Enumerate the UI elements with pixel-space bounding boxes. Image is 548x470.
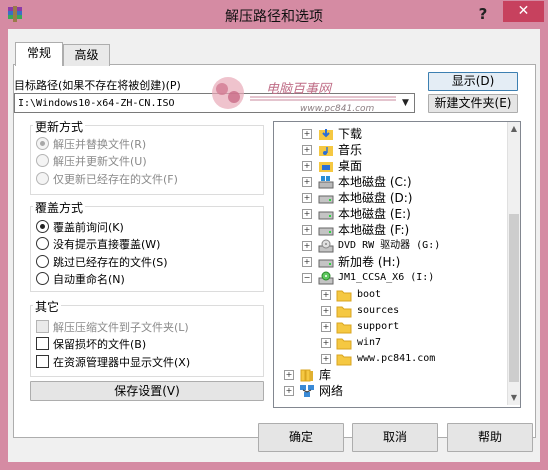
help-button[interactable]: ? bbox=[470, 3, 496, 25]
overwrite-rename-label: 自动重命名(N) bbox=[53, 273, 125, 286]
folder-icon bbox=[336, 306, 352, 318]
overwrite-mode-title: 覆盖方式 bbox=[33, 199, 86, 216]
tree-item-drive-i[interactable]: − JM1_CCSA_X6 (I:) bbox=[274, 270, 509, 286]
tree-item-libraries[interactable]: + 库 bbox=[274, 367, 509, 383]
expand-icon[interactable]: + bbox=[302, 209, 312, 219]
new-folder-button[interactable]: 新建文件夹(E) bbox=[428, 94, 518, 113]
expand-icon[interactable]: + bbox=[302, 161, 312, 171]
tree-item-music[interactable]: + 音乐 bbox=[274, 142, 509, 158]
tree-item-drive-g[interactable]: + DVD RW 驱动器 (G:) bbox=[274, 238, 509, 254]
tree-item-downloads[interactable]: + 下载 bbox=[274, 126, 509, 142]
music-folder-icon bbox=[319, 146, 333, 156]
extract-subfolder-checkbox[interactable] bbox=[36, 320, 49, 333]
dialog-window: 解压路径和选项 ? ✕ 常规 高级 目标路径(如果不存在将被创建)(P) ▼ 电… bbox=[0, 0, 548, 470]
folder-icon bbox=[336, 354, 352, 366]
expand-icon[interactable]: + bbox=[321, 290, 331, 300]
tab-general[interactable]: 常规 bbox=[15, 42, 63, 66]
desktop-folder-icon bbox=[319, 162, 333, 172]
tree-item-drive-f[interactable]: + 本地磁盘 (F:) bbox=[274, 222, 509, 238]
expand-icon[interactable]: + bbox=[302, 145, 312, 155]
update-existing-label: 仅更新已经存在的文件(F) bbox=[53, 173, 178, 186]
collapse-icon[interactable]: − bbox=[302, 273, 312, 283]
dvd-disc-icon bbox=[318, 271, 334, 285]
watermark-logo: 电脑百事网 www.pc841.com bbox=[212, 77, 396, 114]
ok-button[interactable]: 确定 bbox=[258, 423, 344, 452]
overwrite-rename-radio[interactable] bbox=[36, 272, 49, 285]
update-refresh-radio[interactable] bbox=[36, 154, 49, 167]
expand-icon[interactable]: + bbox=[284, 386, 294, 396]
drive-icon bbox=[318, 195, 334, 204]
update-refresh-label: 解压并更新文件(U) bbox=[53, 155, 147, 168]
svg-text:电脑百事网: 电脑百事网 bbox=[266, 82, 333, 97]
scroll-down-icon[interactable]: ▼ bbox=[508, 391, 520, 405]
expand-icon[interactable]: + bbox=[321, 338, 331, 348]
update-existing-radio[interactable] bbox=[36, 172, 49, 185]
expand-icon[interactable]: + bbox=[284, 370, 294, 380]
expand-icon[interactable]: + bbox=[302, 241, 312, 251]
library-icon bbox=[300, 369, 313, 382]
tree-item-drive-c[interactable]: + 本地磁盘 (C:) bbox=[274, 174, 509, 190]
expand-icon[interactable]: + bbox=[302, 225, 312, 235]
expand-icon[interactable]: + bbox=[321, 354, 331, 364]
update-replace-label: 解压并替换文件(R) bbox=[53, 138, 147, 151]
drive-icon bbox=[318, 259, 334, 268]
extract-subfolder-label: 解压压缩文件到子文件夹(L) bbox=[53, 321, 189, 334]
windows-drive-icon bbox=[318, 176, 334, 189]
overwrite-ask-label: 覆盖前询问(K) bbox=[53, 221, 124, 234]
show-in-explorer-checkbox[interactable] bbox=[36, 355, 49, 368]
tree-item-drive-h[interactable]: + 新加卷 (H:) bbox=[274, 254, 509, 270]
expand-icon[interactable]: + bbox=[302, 193, 312, 203]
drive-icon bbox=[318, 227, 334, 236]
dvd-drive-icon bbox=[318, 239, 334, 253]
folder-icon bbox=[336, 290, 352, 302]
dest-path-label: 目标路径(如果不存在将被创建)(P) bbox=[14, 79, 181, 92]
folder-tree[interactable]: + 下载 + 音乐 + 桌面 + 本地磁盘 (C:) + 本地磁盘 (D:) + bbox=[273, 121, 521, 408]
tree-item-boot[interactable]: + boot bbox=[274, 287, 509, 303]
tree-item-drive-d[interactable]: + 本地磁盘 (D:) bbox=[274, 190, 509, 206]
keep-broken-checkbox[interactable] bbox=[36, 337, 49, 350]
update-replace-radio[interactable] bbox=[36, 137, 49, 150]
window-title: 解压路径和选项 bbox=[225, 9, 323, 25]
misc-title: 其它 bbox=[33, 298, 62, 315]
tree-item-pc841[interactable]: + www.pc841.com bbox=[274, 351, 509, 367]
scroll-up-icon[interactable]: ▲ bbox=[508, 122, 520, 136]
expand-icon[interactable]: + bbox=[302, 257, 312, 267]
overwrite-skip-label: 跳过已经存在的文件(S) bbox=[53, 256, 168, 269]
tree-item-win7[interactable]: + win7 bbox=[274, 335, 509, 351]
save-settings-button[interactable]: 保存设置(V) bbox=[30, 381, 264, 401]
overwrite-silent-radio[interactable] bbox=[36, 237, 49, 250]
tree-scrollbar[interactable]: ▲ ▼ bbox=[507, 122, 520, 405]
tab-advanced[interactable]: 高级 bbox=[63, 44, 110, 66]
update-mode-title: 更新方式 bbox=[33, 118, 86, 135]
folder-icon bbox=[336, 338, 352, 350]
scroll-thumb[interactable] bbox=[509, 214, 519, 382]
network-icon bbox=[300, 385, 314, 397]
overwrite-silent-label: 没有提示直接覆盖(W) bbox=[53, 238, 161, 251]
overwrite-ask-radio[interactable] bbox=[36, 220, 49, 233]
download-folder-icon bbox=[319, 129, 333, 140]
expand-icon[interactable]: + bbox=[302, 129, 312, 139]
tree-item-drive-e[interactable]: + 本地磁盘 (E:) bbox=[274, 206, 509, 222]
svg-text:www.pc841.com: www.pc841.com bbox=[300, 104, 375, 114]
tree-item-sources[interactable]: + sources bbox=[274, 303, 509, 319]
expand-icon[interactable]: + bbox=[302, 177, 312, 187]
title-bar[interactable]: 解压路径和选项 ? ✕ bbox=[0, 0, 548, 29]
expand-icon[interactable]: + bbox=[321, 306, 331, 316]
tree-item-support[interactable]: + support bbox=[274, 319, 509, 335]
help-dialog-button[interactable]: 帮助 bbox=[447, 423, 533, 452]
display-button[interactable]: 显示(D) bbox=[428, 72, 518, 91]
drive-icon bbox=[318, 211, 334, 220]
keep-broken-label: 保留损坏的文件(B) bbox=[53, 338, 147, 351]
tree-item-network[interactable]: + 网络 bbox=[274, 383, 509, 399]
overwrite-skip-radio[interactable] bbox=[36, 255, 49, 268]
expand-icon[interactable]: + bbox=[321, 322, 331, 332]
show-in-explorer-label: 在资源管理器中显示文件(X) bbox=[53, 356, 191, 369]
close-button[interactable]: ✕ bbox=[503, 1, 544, 22]
folder-icon bbox=[336, 322, 352, 334]
chevron-down-icon[interactable]: ▼ bbox=[397, 94, 414, 112]
cancel-button[interactable]: 取消 bbox=[352, 423, 438, 452]
tree-item-desktop[interactable]: + 桌面 bbox=[274, 158, 509, 174]
